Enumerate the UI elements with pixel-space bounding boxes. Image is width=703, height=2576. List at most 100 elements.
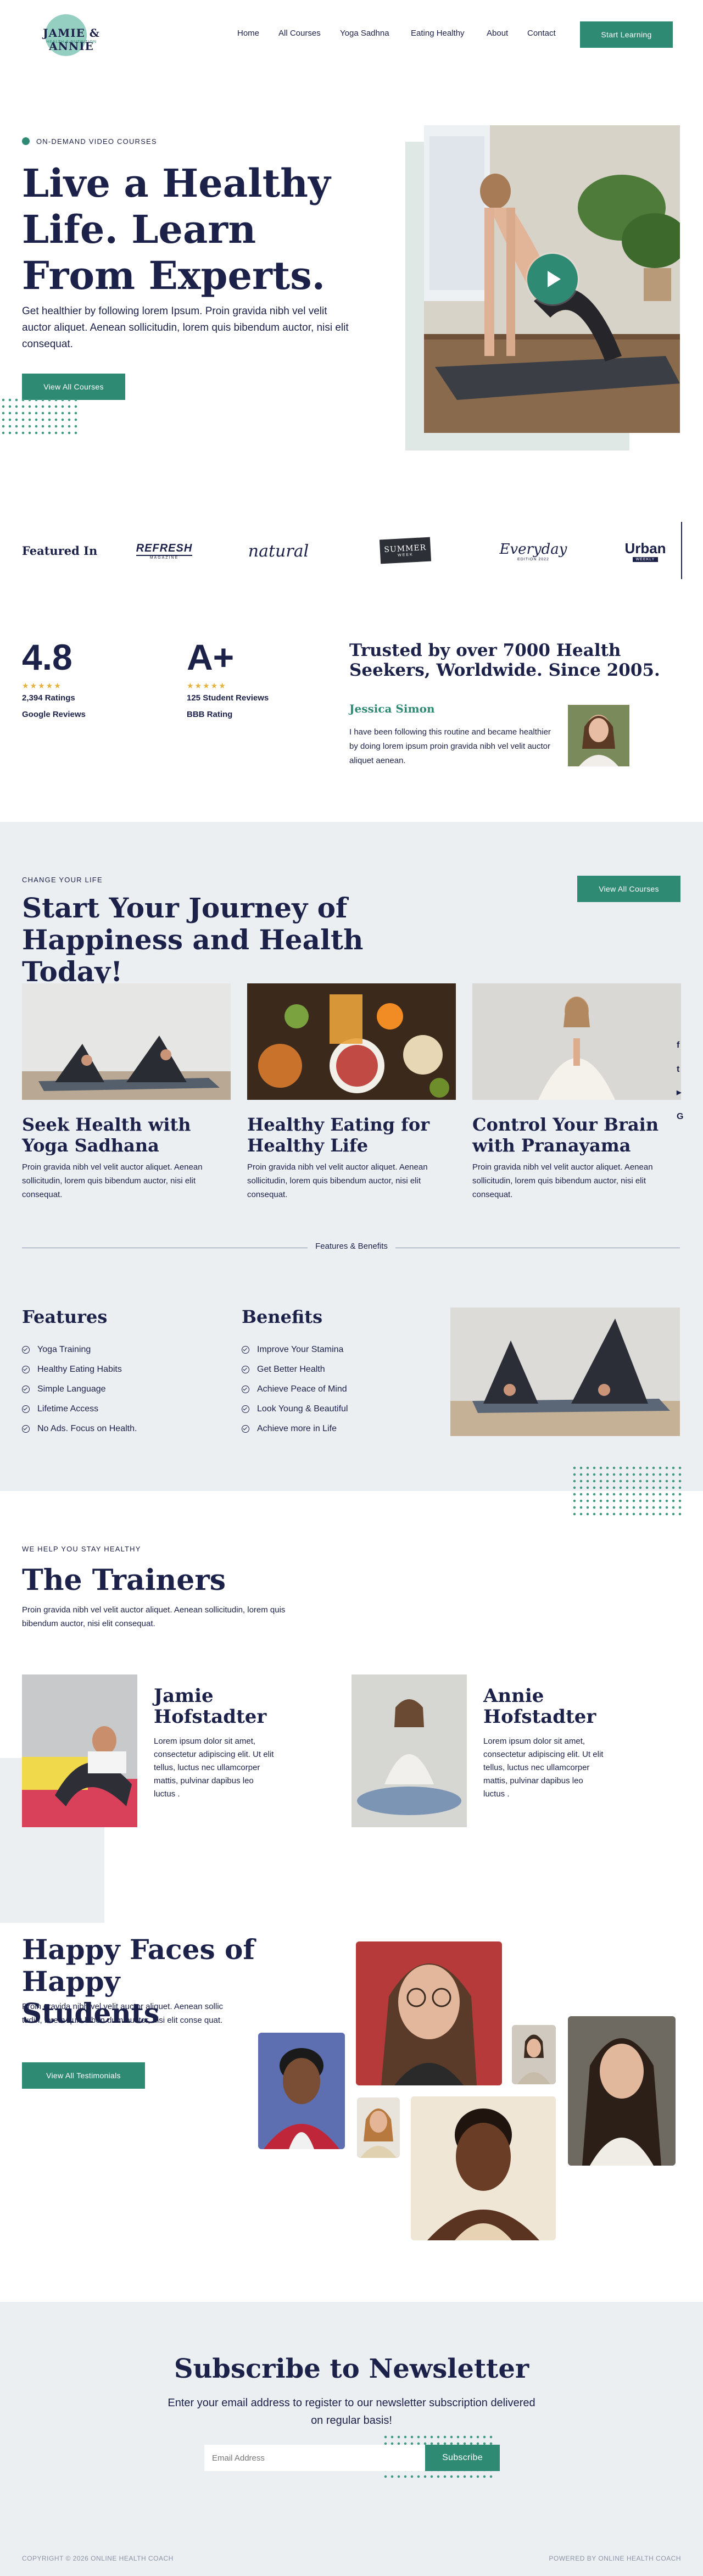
trainer-photo-jamie (22, 1674, 137, 1827)
logo-name: JAMIE & ANNIE (43, 26, 100, 53)
trainers-description: Proin gravida nibh vel velit auctor aliq… (22, 1605, 286, 1628)
features-title: Features (22, 1306, 108, 1327)
bbb-stars: ★★★★★ (187, 681, 227, 690)
trainer-bio-jamie: Lorem ipsum dolor sit amet, consectetur … (154, 1737, 274, 1799)
rating-stars: ★★★★★ (22, 681, 62, 690)
course-title-pranayama[interactable]: Control Your Brain with Pranayama (472, 1114, 681, 1156)
benefit-item: Look Young & Beautiful (242, 1404, 348, 1414)
newsletter-title: Subscribe to Newsletter (174, 2354, 529, 2384)
check-icon (242, 1346, 249, 1354)
testimonial-text: I have been following this routine and b… (349, 727, 551, 765)
rating-count: 2,394 Ratings (22, 693, 75, 703)
course-text-pranayama: Proin gravida nibh vel velit auctor aliq… (472, 1162, 653, 1199)
trust-title: Trusted by over 7000 Health Seekers, Wor… (349, 641, 660, 680)
facebook-icon[interactable]: f (677, 1041, 679, 1050)
trainer-bio-annie: Lorem ipsum dolor sit amet, consectetur … (483, 1737, 604, 1799)
trainer-name-annie: Annie Hofstadter (483, 1685, 596, 1728)
hero-title: Live a Healthy Life. Learn From Experts. (22, 160, 331, 298)
youtube-icon[interactable]: ▶ (677, 1089, 681, 1096)
student-photo (568, 2016, 676, 2166)
students-description: Proin gravida nibh vel velit auctor aliq… (22, 2002, 224, 2025)
course-title-eating[interactable]: Healthy Eating for Healthy Life (247, 1114, 456, 1156)
benefit-item: Get Better Health (242, 1365, 325, 1375)
decorative-dots (0, 397, 78, 436)
featured-in-label: Featured In (22, 544, 98, 558)
check-icon (242, 1366, 249, 1373)
newsletter-section (0, 2302, 703, 2576)
nav-contact[interactable]: Contact (527, 29, 556, 38)
check-icon (22, 1386, 30, 1393)
hero-eyebrow: ON-DEMAND VIDEO COURSES (36, 137, 157, 146)
trainers-title: The Trainers (22, 1564, 226, 1597)
start-learning-button[interactable]: Start Learning (580, 21, 673, 48)
course-text-eating: Proin gravida nibh vel velit auctor aliq… (247, 1162, 428, 1199)
feature-item: No Ads. Focus on Health. (22, 1424, 137, 1434)
check-icon (242, 1386, 249, 1393)
course-text-yoga: Proin gravida nibh vel velit auctor aliq… (22, 1162, 203, 1199)
benefit-item: Achieve Peace of Mind (242, 1384, 347, 1394)
course-title-yoga[interactable]: Seek Health with Yoga Sadhana (22, 1114, 231, 1156)
logo-everyday: Everyday EDITION 2022 (499, 541, 567, 561)
check-icon (22, 1425, 30, 1433)
nav-home[interactable]: Home (237, 29, 259, 38)
benefit-item: Improve Your Stamina (242, 1345, 343, 1355)
check-icon (22, 1366, 30, 1373)
play-video-button[interactable] (527, 254, 578, 304)
check-icon (242, 1425, 249, 1433)
check-icon (22, 1346, 30, 1354)
nav-about[interactable]: About (487, 29, 508, 38)
student-photo (356, 1941, 502, 2085)
student-photo (357, 2097, 400, 2158)
logo-natural: natural (248, 541, 309, 561)
footer-powered-by[interactable]: POWERED BY ONLINE HEALTH COACH (549, 2555, 681, 2562)
feature-item: Healthy Eating Habits (22, 1365, 122, 1375)
rating-value: 4.8 (22, 637, 72, 677)
logo-summer: SUMMER WEEK (379, 537, 432, 564)
feature-item: Simple Language (22, 1384, 106, 1394)
benefits-title: Benefits (242, 1306, 323, 1327)
trainer-photo-annie (352, 1674, 467, 1827)
view-all-testimonials-button[interactable]: View All Testimonials (22, 2062, 145, 2089)
features-yoga-image (450, 1308, 680, 1436)
logo[interactable]: JAMIE & ANNIE HEALTH & NUTRITION (22, 14, 121, 57)
check-icon (22, 1405, 30, 1413)
course-image-yoga[interactable] (22, 983, 231, 1100)
decorative-dots (571, 1465, 683, 1517)
hero-description: Get healthier by following lorem Ipsum. … (22, 305, 349, 350)
course-image-eating[interactable] (247, 983, 456, 1100)
view-all-courses-button[interactable]: View All Courses (22, 374, 125, 400)
logo-urban: Urban WEEKLY (624, 540, 666, 562)
newsletter-text: Enter your email address to register to … (168, 2397, 535, 2427)
nav-all-courses[interactable]: All Courses (278, 29, 321, 38)
footer-copyright: COPYRIGHT © 2026 ONLINE HEALTH COACH (22, 2555, 174, 2562)
subscribe-button[interactable]: Subscribe (425, 2445, 500, 2471)
student-photo (258, 2033, 345, 2149)
google-icon[interactable]: G (677, 1112, 683, 1122)
eyebrow-dot (22, 137, 30, 145)
featured-divider (681, 522, 682, 579)
feature-item: Lifetime Access (22, 1404, 98, 1414)
bbb-count: 125 Student Reviews (187, 693, 269, 703)
journey-eyebrow: CHANGE YOUR LIFE (22, 876, 103, 884)
email-field[interactable] (204, 2445, 425, 2471)
feature-item: Yoga Training (22, 1345, 91, 1355)
bbb-value: A+ (187, 637, 235, 677)
journey-title: Start Your Journey of Happiness and Heal… (22, 892, 364, 988)
trainer-name-jamie: Jamie Hofstadter (154, 1685, 267, 1728)
nav-yoga-sadhna[interactable]: Yoga Sadhna (340, 29, 389, 38)
features-benefits-label: Features & Benefits (315, 1242, 388, 1251)
rating-source: Google Reviews (22, 710, 86, 719)
testimonial-avatar (568, 705, 629, 766)
course-image-pranayama[interactable] (472, 983, 681, 1100)
testimonial-name: Jessica Simon (349, 702, 435, 715)
benefit-item: Achieve more in Life (242, 1424, 337, 1434)
bbb-source: BBB Rating (187, 710, 233, 719)
student-photo (411, 2096, 556, 2240)
nav-eating-healthy[interactable]: Eating Healthy (411, 29, 465, 38)
student-photo (512, 2025, 556, 2084)
view-all-courses-button-2[interactable]: View All Courses (577, 876, 680, 902)
trainers-eyebrow: WE HELP YOU STAY HEALTHY (22, 1545, 141, 1553)
logo-refresh: REFRESH MAGAZINE (136, 542, 193, 560)
check-icon (242, 1405, 249, 1413)
twitter-icon[interactable]: t (677, 1065, 679, 1075)
